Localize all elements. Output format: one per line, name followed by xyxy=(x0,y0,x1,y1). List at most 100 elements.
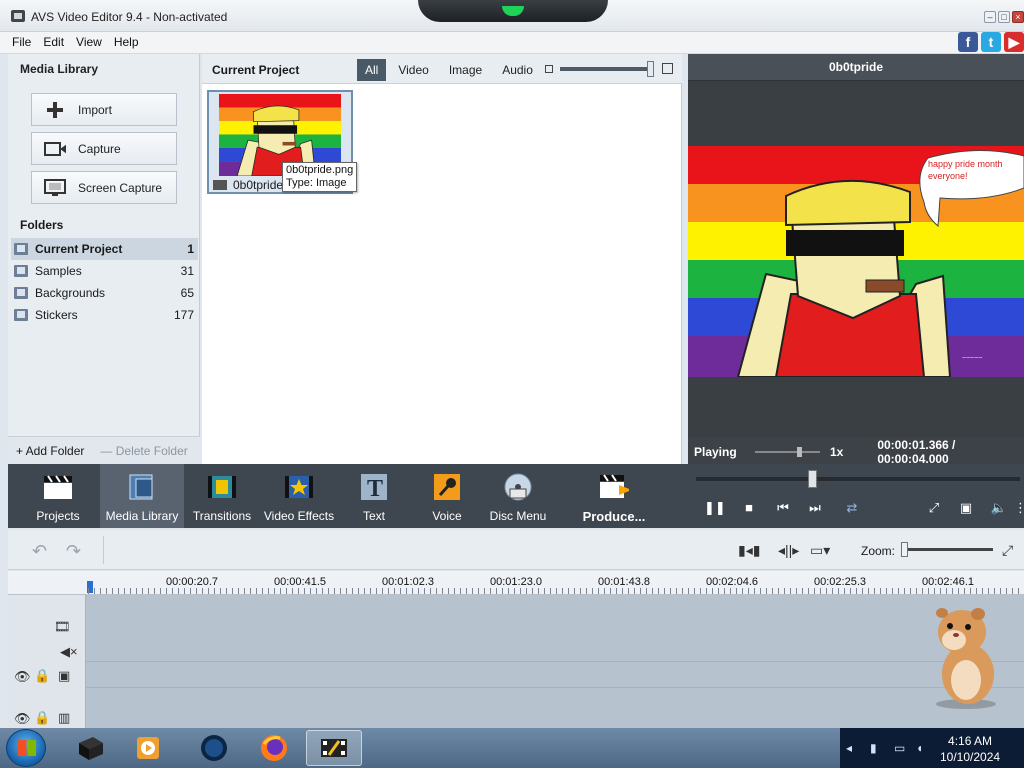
mute-icon[interactable]: ◀× xyxy=(60,644,78,660)
folder-backgrounds[interactable]: Backgrounds 65 xyxy=(11,282,198,304)
start-button[interactable] xyxy=(6,729,46,767)
speech-bubble-text: happy pride month everyone! xyxy=(928,159,1003,181)
undo-icon[interactable]: ↶ xyxy=(32,541,47,562)
visibility-eye-icon[interactable]: 👁 xyxy=(14,711,31,727)
pause-icon[interactable]: ❚❚ xyxy=(704,500,726,516)
large-thumbnail-icon[interactable] xyxy=(662,63,673,74)
add-folder-button[interactable]: + Add Folder xyxy=(8,437,92,464)
toolbar-label: Media Library xyxy=(105,509,179,523)
folder-name: Backgrounds xyxy=(35,286,106,300)
previous-frame-icon[interactable]: ⏮ xyxy=(773,500,793,516)
redo-icon[interactable]: ↷ xyxy=(66,541,81,562)
tooltip-filename: 0b0tpride.png xyxy=(286,164,354,176)
toolbar-transitions[interactable]: Transitions xyxy=(192,464,252,528)
timeline-toolbar: ↶ ↷ ▮◂▮ ◂||▸ ▭▾ Zoom: ⤢ xyxy=(8,530,1024,570)
toolbar-media-library[interactable]: Media Library xyxy=(100,464,184,528)
youtube-icon[interactable]: ▶ xyxy=(1004,32,1024,52)
media-library-title: Media Library xyxy=(20,62,99,76)
lock-icon[interactable]: 🔒 xyxy=(34,668,50,684)
zoom-slider[interactable] xyxy=(901,542,993,557)
video-preview[interactable]: ~~~~~ happy pride month everyone! xyxy=(688,81,1024,437)
folder-icon xyxy=(14,243,28,255)
filter-image[interactable]: Image xyxy=(441,59,490,81)
split-icon[interactable]: ▮◂▮ xyxy=(738,542,760,559)
volume-mini-slider[interactable] xyxy=(754,446,820,457)
filter-all[interactable]: All xyxy=(357,59,387,81)
current-project-panel: Current Project All Video Image Audio 0b… xyxy=(202,54,682,464)
facebook-icon[interactable]: f xyxy=(958,32,978,52)
audio-levels-icon[interactable]: ◂||▸ xyxy=(778,542,799,559)
volume-icon[interactable]: 🔈 xyxy=(989,500,1009,516)
folder-current-project[interactable]: Current Project 1 xyxy=(11,238,198,260)
fit-timeline-icon[interactable]: ⤢ xyxy=(1002,542,1013,559)
timeline-ruler[interactable]: 00:00:20.7 00:00:41.5 00:01:02.3 00:01:2… xyxy=(8,571,1024,595)
toolbar-disc-menu[interactable]: Disc Menu xyxy=(488,464,548,528)
close-button[interactable]: × xyxy=(1012,11,1024,23)
twitter-icon[interactable]: t xyxy=(981,32,1001,52)
folder-name: Stickers xyxy=(35,308,78,322)
ruler-label: 00:00:41.5 xyxy=(274,576,326,588)
tray-expand-icon[interactable]: ◂ xyxy=(846,741,852,755)
minimize-button[interactable]: – xyxy=(984,11,996,23)
tray-app-icon[interactable]: ▮ xyxy=(870,741,877,755)
screen-capture-button[interactable]: Screen Capture xyxy=(31,171,177,204)
restore-button[interactable]: □ xyxy=(998,11,1010,23)
toolbar-produce[interactable]: Produce... xyxy=(576,464,652,528)
taskbar-clock[interactable]: 4:16 AM 10/10/2024 xyxy=(940,733,1000,765)
folders-heading: Folders xyxy=(20,218,64,232)
capture-button[interactable]: Capture xyxy=(31,132,177,165)
more-icon[interactable]: ⋮ xyxy=(1014,500,1024,516)
volume-tray-icon[interactable]: ◖ xyxy=(916,741,923,755)
toolbar-text[interactable]: T Text xyxy=(348,464,400,528)
svg-text:T: T xyxy=(367,476,383,501)
visibility-eye-icon[interactable]: 👁 xyxy=(14,669,31,685)
menu-help[interactable]: Help xyxy=(108,35,145,49)
taskbar-app-blackbox-icon[interactable] xyxy=(62,730,118,766)
overlay-track-icon: ▥ xyxy=(58,710,71,725)
filter-video[interactable]: Video xyxy=(390,59,436,81)
menu-view[interactable]: View xyxy=(70,35,108,49)
toolbar-label: Disc Menu xyxy=(489,509,547,523)
menu-file[interactable]: File xyxy=(6,35,37,49)
playback-speed[interactable]: 1x xyxy=(830,445,843,459)
next-frame-icon[interactable]: ⏭ xyxy=(805,500,825,516)
taskbar-firefox-icon[interactable] xyxy=(246,730,302,766)
folder-stickers[interactable]: Stickers 177 xyxy=(11,304,198,326)
ruler-label: 00:02:46.1 xyxy=(922,576,974,588)
toolbar-video-effects[interactable]: Video Effects xyxy=(262,464,336,528)
folder-count: 31 xyxy=(180,264,194,278)
taskbar-globe-icon[interactable] xyxy=(186,730,242,766)
camera-icon xyxy=(44,140,66,158)
toolbar-label: Transitions xyxy=(192,509,252,523)
window-controls: – □ × xyxy=(984,11,1024,23)
delete-folder-button[interactable]: — Delete Folder xyxy=(92,437,195,464)
folder-count: 177 xyxy=(173,308,194,322)
thumbnail-size-slider[interactable] xyxy=(560,61,654,77)
loop-icon[interactable]: ⇄ xyxy=(842,500,862,516)
taskbar: ◂ ▮ ▭ ◖ 4:16 AM 10/10/2024 xyxy=(0,728,1024,768)
media-library-sidebar: Media Library Import Capture Screen Capt… xyxy=(8,54,200,464)
menu-edit[interactable]: Edit xyxy=(37,35,70,49)
folder-samples[interactable]: Samples 31 xyxy=(11,260,198,282)
timeline-tracks[interactable]: 🎞 ◀× 👁 🔒 ▣ 👁 🔒 ▥ xyxy=(8,595,1024,728)
taskbar-media-player-icon[interactable] xyxy=(120,730,176,766)
small-thumbnail-icon[interactable] xyxy=(545,65,553,73)
image-type-icon xyxy=(213,180,227,190)
stop-icon[interactable]: ■ xyxy=(739,500,759,515)
ruler-label: 00:02:25.3 xyxy=(814,576,866,588)
seek-bar[interactable] xyxy=(696,470,1020,488)
media-filter-tabs: All Video Image Audio xyxy=(357,59,545,81)
fullscreen-icon[interactable]: ⤢ xyxy=(924,500,944,516)
import-button[interactable]: Import xyxy=(31,93,177,126)
filter-audio[interactable]: Audio xyxy=(494,59,541,81)
toolbar-projects[interactable]: Projects xyxy=(30,464,86,528)
lock-icon[interactable]: 🔒 xyxy=(34,710,50,726)
toolbar-voice[interactable]: Voice xyxy=(422,464,472,528)
snapshot-icon[interactable]: ▣ xyxy=(956,500,976,516)
taskbar-avs-video-editor-icon[interactable] xyxy=(306,730,362,766)
monitor-icon[interactable]: ▭▾ xyxy=(810,542,830,559)
project-header: Current Project All Video Image Audio xyxy=(202,54,682,84)
seek-knob[interactable] xyxy=(808,470,817,488)
social-links: f t ▶ xyxy=(958,32,1024,52)
network-icon[interactable]: ▭ xyxy=(894,741,905,755)
